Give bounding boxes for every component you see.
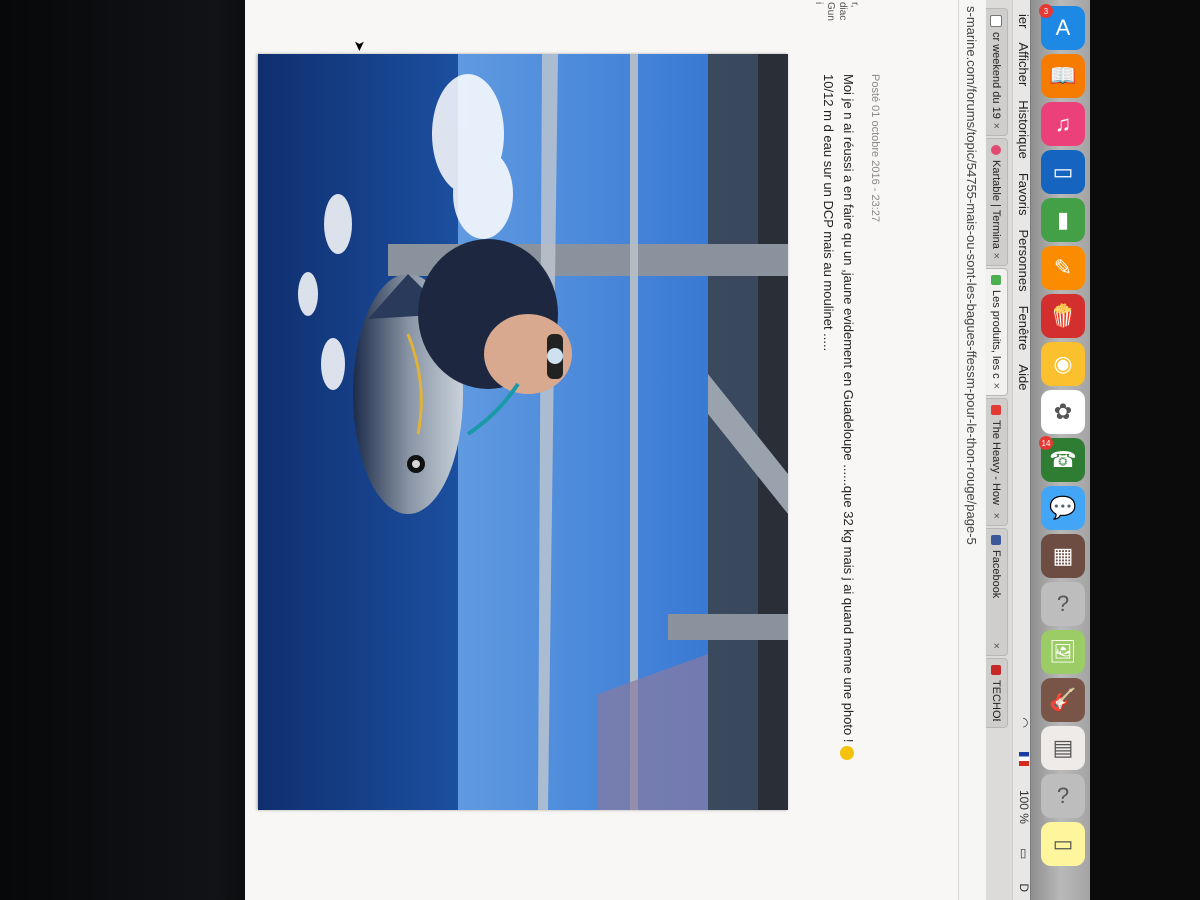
help-icon[interactable]: ? bbox=[1041, 774, 1085, 818]
ibooks-icon[interactable]: 📖 bbox=[1041, 54, 1085, 98]
sidebar-line: r, bbox=[849, 2, 860, 8]
garageband-icon[interactable]: 🎸 bbox=[1041, 678, 1085, 722]
post-date: Posté 01 octobre 2016 - 23:27 bbox=[869, 74, 881, 222]
messages-icon[interactable]: 💬 bbox=[1041, 486, 1085, 530]
calendar-icon[interactable]: ▤ bbox=[1041, 726, 1085, 770]
facebook-icon bbox=[991, 535, 1002, 545]
tab-facebook[interactable]: Facebook × bbox=[986, 528, 1008, 656]
battery-icon[interactable]: ▭ bbox=[1017, 848, 1031, 859]
help-icon[interactable]: ? bbox=[1041, 582, 1085, 626]
post-line-2: 10/12 m d eau sur un DCP mais au mouline… bbox=[821, 74, 836, 352]
tab-techobl[interactable]: TECHOBL bbox=[986, 658, 1008, 728]
mouse-cursor-icon: ➤ bbox=[352, 40, 368, 52]
numbers-icon[interactable]: ▮ bbox=[1041, 198, 1085, 242]
pages-icon[interactable]: ✎ bbox=[1041, 246, 1085, 290]
tab-bar: cr weekend du 19 × Kartable | Termina × … bbox=[986, 0, 1012, 900]
youtube-icon bbox=[991, 405, 1002, 415]
sidebar-fragment: r, diac Gun i bbox=[812, 2, 860, 42]
tab-cr-weekend[interactable]: cr weekend du 19 × bbox=[986, 8, 1008, 136]
forum-page: r, diac Gun i Posté 01 octobre 2016 - 23… bbox=[245, 0, 958, 900]
post-line-1: Moi je n ai réussi a en faire qu un ,jau… bbox=[838, 74, 858, 894]
itunes-icon[interactable]: ♫ bbox=[1041, 102, 1085, 146]
tab-label: Kartable | Termina bbox=[990, 160, 1003, 249]
chrome-icon[interactable]: ◉ bbox=[1041, 342, 1085, 386]
sidebar-line: diac bbox=[837, 2, 848, 21]
photos-icon[interactable]: ✿ bbox=[1041, 390, 1085, 434]
tab-label: cr weekend du 19 bbox=[990, 32, 1003, 119]
address-bar[interactable]: s-marine.com/forums/topic/54755-mais-ou-… bbox=[958, 0, 985, 900]
site-favicon-icon bbox=[991, 275, 1002, 285]
french-flag-icon[interactable] bbox=[1019, 751, 1029, 766]
preview-icon[interactable]: 🖼 bbox=[1041, 630, 1085, 674]
tab-label: The Heavy - How bbox=[990, 420, 1003, 505]
photo-booth-icon[interactable]: ▦ bbox=[1041, 534, 1085, 578]
post-photo[interactable] bbox=[258, 54, 788, 810]
kartable-icon bbox=[991, 145, 1002, 155]
sidebar-line: i bbox=[813, 2, 824, 5]
tab-label: Facebook bbox=[990, 550, 1003, 599]
tab-label: Les produits, les c bbox=[990, 290, 1003, 379]
notification-badge: 3 bbox=[1039, 4, 1053, 18]
dark-background-right bbox=[1090, 0, 1200, 900]
url-text[interactable]: s-marine.com/forums/topic/54755-mais-ou-… bbox=[965, 6, 980, 545]
keynote-icon[interactable]: ▭ bbox=[1041, 150, 1085, 194]
zoom-label: 100 % bbox=[1017, 789, 1031, 824]
close-icon[interactable]: × bbox=[991, 253, 1003, 259]
close-icon[interactable]: × bbox=[991, 643, 1003, 649]
fishing-photo bbox=[258, 54, 788, 810]
techobl-icon bbox=[991, 665, 1002, 675]
status-right-label: D bbox=[1017, 883, 1031, 892]
dock: A 3 📖 ♫ ▭ ▮ ✎ 🍿 ◉ ✿ ☎ 14 💬 ▦? 🖼 🎸 ▤? ▭ bbox=[1030, 0, 1091, 900]
tab-the-heavy[interactable]: The Heavy - How × bbox=[986, 398, 1008, 526]
laptop-screen: ier Afficher Historique Favoris Personne… bbox=[245, 0, 1035, 900]
popcorn-icon[interactable]: 🍿 bbox=[1041, 294, 1085, 338]
notes-icon[interactable]: ▭ bbox=[1041, 822, 1085, 866]
smiley-icon bbox=[840, 746, 855, 761]
wifi-icon[interactable]: ◠ bbox=[1017, 717, 1031, 727]
notification-badge: 14 bbox=[1039, 436, 1053, 450]
close-icon[interactable]: × bbox=[991, 383, 1003, 389]
tab-les-produits[interactable]: Les produits, les c × bbox=[986, 268, 1008, 396]
post-body: Moi je n ai réussi a en faire qu un ,jau… bbox=[818, 74, 858, 894]
close-icon[interactable]: × bbox=[991, 123, 1003, 129]
document-icon bbox=[990, 15, 1003, 27]
browser-window: ier Afficher Historique Favoris Personne… bbox=[245, 0, 1035, 900]
close-icon[interactable]: × bbox=[991, 513, 1003, 519]
tab-label: TECHOBL bbox=[990, 680, 1003, 721]
tab-kartable[interactable]: Kartable | Termina × bbox=[986, 138, 1008, 266]
sidebar-line: Gun bbox=[825, 2, 836, 21]
